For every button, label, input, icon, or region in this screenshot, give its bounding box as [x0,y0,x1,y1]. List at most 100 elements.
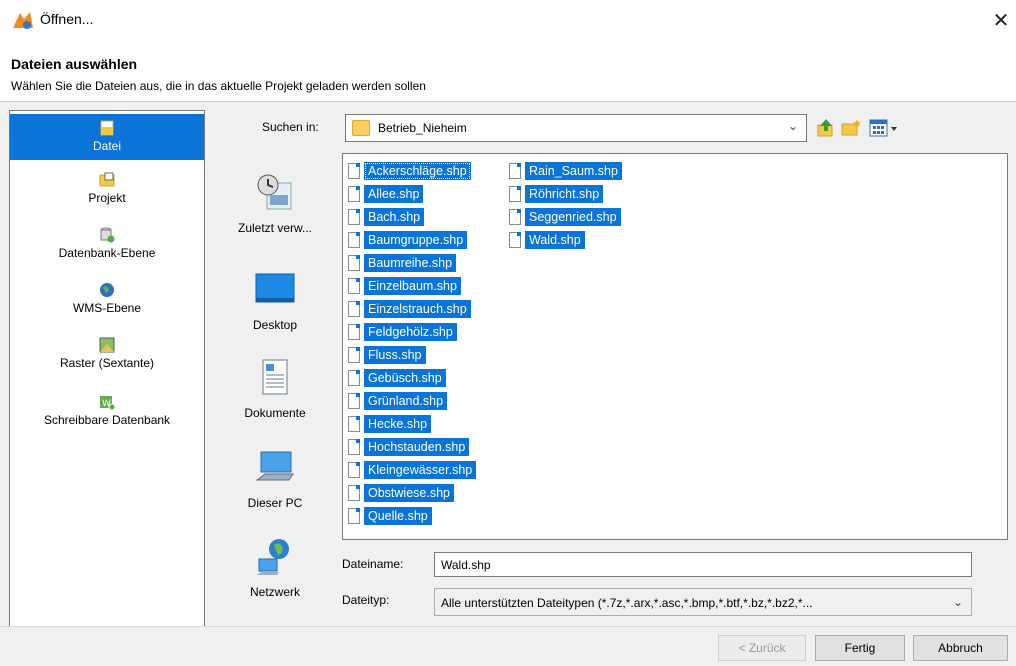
desktop-icon [255,273,295,303]
sidebar-item-schreibbare-datenbank[interactable]: W Schreibbare Datenbank [10,393,204,439]
up-folder-icon[interactable] [815,117,837,139]
place-label: Dokumente [244,406,306,420]
filename-label: Dateiname: [342,557,404,571]
database-icon [100,227,115,243]
file-item[interactable]: Wald.shp [509,228,622,251]
file-name: Rain_Saum.shp [525,161,622,180]
back-button[interactable]: < Zurück [718,635,806,661]
file-item[interactable]: Quelle.shp [348,504,476,527]
file-icon [348,323,360,340]
file-item[interactable]: Allee.shp [348,182,476,205]
file-name: Grünland.shp [364,391,448,410]
view-menu-icon[interactable] [868,117,902,139]
file-item[interactable]: Hochstauden.shp [348,435,476,458]
sidebar-item-datenbank-ebene[interactable]: Datenbank-Ebene [10,226,204,270]
close-button[interactable]: ✕ [986,6,1016,34]
sidebar-item-label: Projekt [88,191,126,205]
sidebar-item-label: WMS-Ebene [72,301,142,315]
file-icon [348,208,360,225]
place-recent[interactable]: Zuletzt verw... [216,171,334,235]
file-item[interactable]: Ackerschläge.shp [348,159,476,182]
place-documents[interactable]: Dokumente [216,356,334,420]
file-item[interactable]: Hecke.shp [348,412,476,435]
sidebar-item-label: Schreibbare Datenbank [43,413,171,427]
file-name: Einzelstrauch.shp [364,299,471,318]
file-item[interactable]: Röhricht.shp [509,182,622,205]
file-icon [348,162,360,179]
source-sidebar: Datei Projekt Datenbank-Ebene WMS-Ebene [9,110,205,628]
place-network[interactable]: Netzwerk [216,535,334,599]
file-icon [348,277,360,294]
file-name: Gebüsch.shp [364,368,446,387]
file-icon [348,185,360,202]
filetype-value: Alle unterstützten Dateitypen (*.7z,*.ar… [441,596,813,610]
file-name: Quelle.shp [364,506,432,525]
file-item[interactable]: Baumreihe.shp [348,251,476,274]
file-icon [348,369,360,386]
writable-db-icon: W [100,396,116,411]
place-label: Zuletzt verw... [237,221,313,235]
file-icon [100,120,114,136]
file-name: Kleingewässer.shp [364,460,477,479]
file-item[interactable]: Einzelbaum.shp [348,274,476,297]
file-name: Einzelbaum.shp [364,276,461,295]
window-title: Öffnen... [40,11,94,27]
filename-input[interactable]: Wald.shp [434,552,972,577]
file-item[interactable]: Seggenried.shp [509,205,622,228]
finish-button[interactable]: Fertig [815,635,905,661]
filetype-select[interactable]: Alle unterstützten Dateitypen (*.7z,*.ar… [434,588,972,616]
file-name: Baumreihe.shp [364,253,457,272]
project-icon [99,172,115,187]
look-in-label: Suchen in: [262,120,319,134]
file-item[interactable]: Baumgruppe.shp [348,228,476,251]
file-icon [509,208,521,225]
sidebar-item-datei[interactable]: Datei [10,114,204,160]
file-name: Röhricht.shp [525,184,604,203]
file-icon [348,438,360,455]
place-this-pc[interactable]: Dieser PC [216,446,334,510]
file-name: Bach.shp [364,207,425,226]
sidebar-item-label: Datenbank-Ebene [58,246,156,260]
file-name: Allee.shp [364,184,424,203]
computer-icon [255,451,294,481]
file-icon [348,507,360,524]
file-name: Ackerschläge.shp [364,161,471,180]
file-icon [348,484,360,501]
look-in-value: Betrieb_Nieheim [378,121,467,135]
file-name: Seggenried.shp [525,207,621,226]
documents-icon [262,359,288,395]
file-name: Hecke.shp [364,414,432,433]
file-item[interactable]: Obstwiese.shp [348,481,476,504]
cancel-button[interactable]: Abbruch [913,635,1008,661]
file-item[interactable]: Fluss.shp [348,343,476,366]
filetype-label: Dateityp: [342,593,390,607]
file-item[interactable]: Rain_Saum.shp [509,159,622,182]
file-item[interactable]: Bach.shp [348,205,476,228]
sidebar-item-wms-ebene[interactable]: WMS-Ebene [10,281,204,325]
new-folder-icon[interactable] [840,117,862,139]
place-desktop[interactable]: Desktop [216,268,334,332]
file-icon [509,162,521,179]
chevron-down-icon: ⌄ [787,119,798,133]
file-name: Obstwiese.shp [364,483,454,502]
sidebar-item-projekt[interactable]: Projekt [10,171,204,215]
app-icon [13,12,33,29]
sidebar-item-raster[interactable]: Raster (Sextante) [10,336,204,382]
globe-icon [100,283,114,297]
dialog-header: Dateien auswählen Wählen Sie die Dateien… [0,40,1016,100]
look-in-combo[interactable]: Betrieb_Nieheim ⌄ [345,114,807,142]
file-icon [348,254,360,271]
file-item[interactable]: Kleingewässer.shp [348,458,477,481]
file-item[interactable]: Feldgehölz.shp [348,320,476,343]
file-icon [509,231,521,248]
sidebar-item-label: Raster (Sextante) [59,356,155,370]
folder-icon [352,120,370,136]
raster-icon [99,337,115,353]
file-item[interactable]: Einzelstrauch.shp [348,297,476,320]
file-item[interactable]: Grünland.shp [348,389,476,412]
place-label: Desktop [252,318,298,332]
file-list[interactable]: Ackerschläge.shp Allee.shp Bach.shp Baumgru… [342,153,1008,540]
file-icon [348,300,360,317]
file-name: Wald.shp [525,230,585,249]
file-item[interactable]: Gebüsch.shp [348,366,476,389]
